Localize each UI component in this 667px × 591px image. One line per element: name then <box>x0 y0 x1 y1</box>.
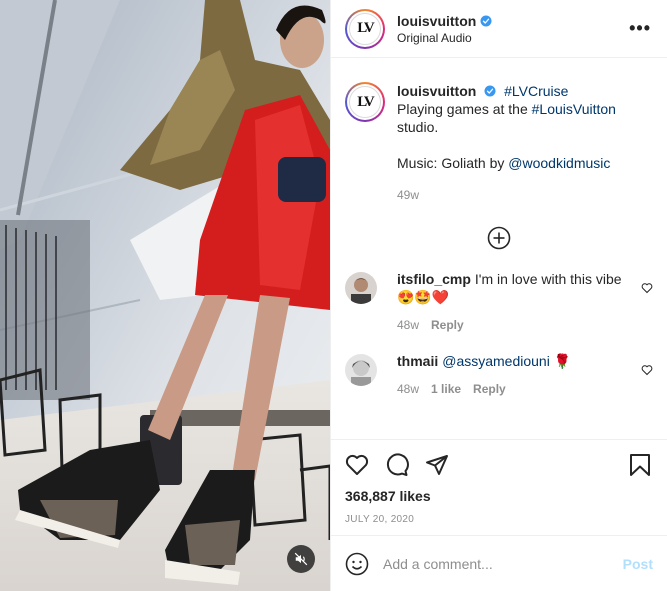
account-avatar[interactable]: LV <box>345 8 385 49</box>
audio-label[interactable]: Original Audio <box>397 31 492 45</box>
hashtag-link[interactable]: #LouisVuitton <box>532 101 616 117</box>
verified-badge-icon <box>480 15 492 26</box>
caption-avatar[interactable]: LV <box>345 82 385 122</box>
comment-username[interactable]: itsfilo_cmp <box>397 271 471 287</box>
video-frame <box>0 0 330 591</box>
post-sidebar: LV louisvuitton Original Audio ••• LV lo… <box>330 0 667 591</box>
lv-logo: LV <box>349 86 381 118</box>
post-date[interactable]: JULY 20, 2020 <box>345 514 653 525</box>
reply-button[interactable]: Reply <box>473 380 506 398</box>
comment-username[interactable]: thmaii <box>397 353 438 369</box>
comments-section: LV louisvuitton #LVCruise Playing games … <box>331 58 667 439</box>
heart-icon[interactable] <box>345 453 369 477</box>
comment-icon[interactable] <box>385 453 409 477</box>
instagram-post-modal: LV louisvuitton Original Audio ••• LV lo… <box>0 0 667 591</box>
caption-text: studio. <box>397 119 439 135</box>
comment-age[interactable]: 48w <box>397 380 419 398</box>
post-comment-button[interactable]: Post <box>623 556 653 572</box>
share-icon[interactable] <box>425 453 449 477</box>
post-video[interactable] <box>0 0 330 591</box>
commenter-avatar[interactable] <box>345 354 377 386</box>
heart-icon[interactable] <box>641 364 653 376</box>
reply-button[interactable]: Reply <box>431 316 464 334</box>
caption-username[interactable]: louisvuitton <box>397 83 476 99</box>
verified-badge-icon <box>484 85 496 97</box>
hashtag-link[interactable]: #LVCruise <box>504 83 568 99</box>
comment-text: @assyamediouni 🌹 <box>442 353 572 369</box>
load-more-comments-button[interactable] <box>331 226 667 252</box>
emoji-icon[interactable] <box>345 552 369 576</box>
comment-composer: Post <box>331 535 667 591</box>
post-header: LV louisvuitton Original Audio ••• <box>331 0 667 58</box>
account-username[interactable]: louisvuitton <box>397 13 476 29</box>
post-actions: 368,887 likes JULY 20, 2020 <box>331 439 667 535</box>
heart-icon[interactable] <box>641 282 653 294</box>
comment-input[interactable] <box>383 555 623 572</box>
mention-link[interactable]: @woodkidmusic <box>508 155 610 171</box>
mute-button[interactable] <box>287 545 315 573</box>
plus-circle-icon <box>487 226 511 250</box>
commenter-avatar[interactable] <box>345 272 377 304</box>
lv-logo: LV <box>349 12 381 45</box>
caption-age[interactable]: 49w <box>397 186 653 204</box>
comment-likes[interactable]: 1 like <box>431 380 461 398</box>
comment-item: thmaii @assyamediouni 🌹 48w 1 like Reply <box>331 352 667 398</box>
muted-speaker-icon <box>294 552 308 566</box>
comment-age[interactable]: 48w <box>397 316 419 334</box>
bookmark-icon[interactable] <box>629 453 651 477</box>
likes-count[interactable]: 368,887 likes <box>345 488 653 504</box>
comment-item: itsfilo_cmp I'm in love with this vibe 😍🤩… <box>331 270 667 334</box>
more-options-button[interactable]: ••• <box>629 18 651 39</box>
caption-text: Playing games at the <box>397 101 532 117</box>
caption-music: Music: Goliath by <box>397 155 509 171</box>
post-caption: LV louisvuitton #LVCruise Playing games … <box>331 58 667 204</box>
